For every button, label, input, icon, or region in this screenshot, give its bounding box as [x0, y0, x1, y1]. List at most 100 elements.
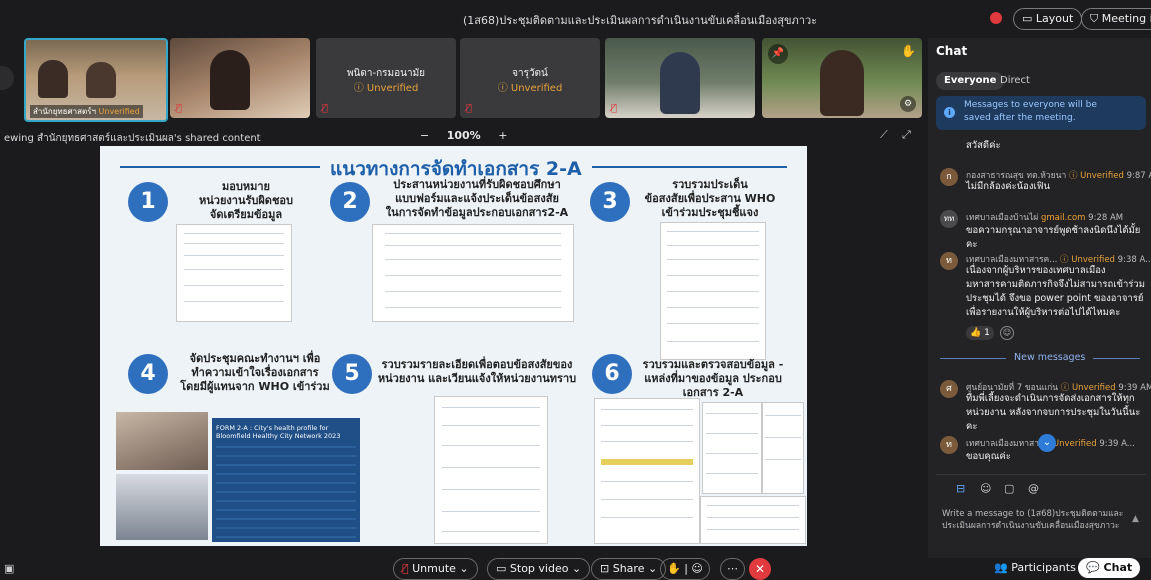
step-number: 1 [128, 182, 168, 222]
settings-icon[interactable]: ⚙ [900, 96, 916, 112]
person-figure [820, 50, 864, 116]
zoom-out-button[interactable]: − [420, 129, 429, 142]
pin-icon[interactable]: 📌 [768, 44, 788, 64]
shared-slide: แนวทางการจัดทำเอกสาร 2-A 1 มอบหมาย หน่วยง… [100, 146, 807, 546]
new-messages-label: New messages [1006, 352, 1094, 363]
add-reaction-icon[interactable]: ☺ [1000, 326, 1014, 340]
zoom-level: 100% [446, 129, 481, 142]
unmute-button[interactable]: 🎙̸ Unmute ⌄ [393, 558, 478, 580]
recording-icon [990, 12, 1002, 24]
message-text: ทีมพี่เลี้ยงจะดำเนินการจัดส่งเอกสารให้ทุ… [966, 393, 1141, 432]
tab-everyone[interactable]: Everyone [936, 72, 1005, 90]
meeting-title: (1ส68)ประชุมติดตามและประเมินผลการดำเนินง… [462, 14, 818, 27]
muted-mic-icon: 🎙̸ [402, 562, 409, 575]
participant-tile[interactable]: 🎙̸ [605, 38, 755, 118]
step-title: รวบรวมประเด็น ข้อสงสัยเพื่อประสาน WHO เข้า… [644, 178, 776, 219]
message-text: ไม่มีกล้องค่ะน้องเฟิน [966, 181, 1050, 192]
person-figure [210, 50, 250, 110]
raise-hand-button[interactable]: ✋ | ☺ [660, 558, 710, 580]
participants-button[interactable]: 👥 Participants [986, 558, 1084, 578]
document-thumbnail [762, 402, 804, 494]
reaction-badge[interactable]: 👍 1 [966, 326, 994, 340]
mention-icon[interactable]: @ [1028, 482, 1039, 495]
meeting-info-button[interactable]: ⛉ Meeting in [1081, 8, 1151, 30]
video-icon: ▭ [496, 562, 507, 575]
avatar: ท [940, 252, 958, 270]
tab-direct[interactable]: Direct [1000, 72, 1030, 90]
fullscreen-icon[interactable]: ⤢ [902, 128, 911, 142]
step-number: 4 [128, 354, 168, 394]
document-thumbnail [372, 224, 574, 322]
chat-message: ทท เทศบาลเมืองบ้านไผ่ gmail.com 9:28 AM … [940, 210, 1150, 250]
share-icon: ⊡ [600, 562, 610, 575]
chat-message: ท เทศบาลเมืองมหาสา ⓘ Unverified 9:39 A..… [940, 434, 1150, 466]
attach-file-icon[interactable]: ▢ [1004, 482, 1014, 495]
chat-message: ก กองสาธารณสุข ทต.ห้วยนา ⓘ Unverified 9:… [940, 168, 1151, 198]
more-options-button[interactable]: ⋯ [720, 558, 745, 580]
chat-title: Chat [936, 44, 968, 58]
message-text: ขอความกรุณาอาจารย์พูดช้าลงนิดนึงได้มั้ยค… [966, 225, 1141, 250]
send-icon[interactable]: ▲ [1132, 514, 1139, 524]
share-button[interactable]: ⊡ Share ⌄ [591, 558, 667, 580]
message-input[interactable]: Write a message to (1ส68)ประชุมติดตามและ… [942, 508, 1128, 542]
stop-video-button[interactable]: ▭ Stop video ⌄ [487, 558, 591, 580]
title-rule [592, 166, 787, 168]
participant-tile[interactable]: 📌 ✋ ⚙ [762, 38, 922, 118]
person-figure [86, 62, 116, 98]
layout-button[interactable]: ▭ Layout [1013, 8, 1083, 30]
muted-mic-icon: 🎙̸ [611, 103, 618, 114]
step-number: 6 [592, 354, 632, 394]
unverified-status: ⓘ Unverified [353, 83, 419, 94]
shield-icon: ⛉ [1090, 12, 1102, 25]
document-thumbnail [594, 398, 700, 544]
avatar: ทท [940, 210, 958, 228]
message-text: ขอบคุณค่ะ [966, 451, 1011, 462]
chat-message: ศ ศูนย์อนามัยที่ 7 ขอนแก่น ⓘ Unverified … [940, 380, 1151, 432]
emoji-icon[interactable]: ☺ [980, 482, 991, 495]
document-thumbnail [434, 396, 548, 544]
message-sender: เทศบาลเมืองบ้านไผ่ gmail.com 9:28 AM [966, 213, 1124, 223]
participant-tile[interactable]: จารุวัตน์ ⓘ Unverified 🎙̸ [460, 38, 600, 118]
form-2a-title: FORM 2-A : City's health profile for Blo… [216, 424, 341, 440]
muted-mic-icon: 🎙̸ [466, 103, 473, 114]
title-rule [120, 166, 320, 168]
annotate-icon[interactable]: ⟋ [880, 128, 888, 142]
meeting-photo [116, 412, 208, 470]
step-title: รวบรวมและตรวจสอบข้อมูล - แหล่งที่มาของข้อ… [642, 358, 784, 399]
raise-hand-icon: ✋ [901, 44, 916, 58]
step-title: จัดประชุมคณะทำงานฯ เพื่อ ทำความเข้าใจเรื่… [180, 352, 330, 393]
divider [936, 474, 1146, 475]
scroll-left-button[interactable] [0, 66, 14, 90]
muted-mic-icon: 🎙̸ [176, 103, 183, 114]
step-number: 3 [590, 182, 630, 222]
step-number: 5 [332, 354, 372, 394]
unverified-status: ⓘ Unverified [497, 83, 563, 94]
participants-icon: 👥 [994, 561, 1008, 574]
zoom-in-button[interactable]: + [498, 129, 507, 142]
chat-button[interactable]: 💬 Chat [1078, 558, 1141, 578]
participant-tile[interactable]: สำนักยุทธศาสตร์ฯ Unverified [24, 38, 168, 122]
participant-tile[interactable]: 🎙̸ [170, 38, 310, 118]
chat-panel: Chat Everyone Direct i Messages to every… [928, 38, 1151, 558]
form-body [216, 446, 356, 538]
leave-meeting-button[interactable]: ✕ [749, 558, 771, 580]
participant-tile[interactable]: พนิดา-กรมอนามัย ⓘ Unverified 🎙̸ [316, 38, 456, 118]
chat-message: ท เทศบาลเมืองมหาสารค... ⓘ Unverified 9:3… [940, 252, 1151, 346]
scroll-down-button[interactable]: ⌄ [1038, 434, 1056, 452]
zoom-control: − 100% + [420, 129, 507, 142]
document-thumbnail [702, 402, 762, 494]
format-icon[interactable]: ⊟ [956, 482, 965, 495]
shared-content-label: ewing สำนักยุทธศาสตร์และประเมินผล's shar… [4, 133, 261, 144]
avatar: ศ [940, 380, 958, 398]
layout-icon: ▭ [1022, 12, 1036, 25]
caption-icon[interactable]: ▣ [4, 562, 14, 575]
message-text: เนื่องจากผู้บริหารของเทศบาลเมือง มหาสารคา… [966, 265, 1146, 318]
document-thumbnail [660, 222, 766, 360]
info-icon: i [944, 107, 955, 118]
form-2a-document: FORM 2-A : City's health profile for Blo… [212, 418, 360, 542]
document-thumbnail [176, 224, 292, 322]
person-figure [660, 52, 700, 114]
muted-mic-icon: 🎙̸ [322, 103, 329, 114]
participant-name: สำนักยุทธศาสตร์ฯ Unverified [30, 105, 143, 118]
person-figure [38, 60, 68, 98]
